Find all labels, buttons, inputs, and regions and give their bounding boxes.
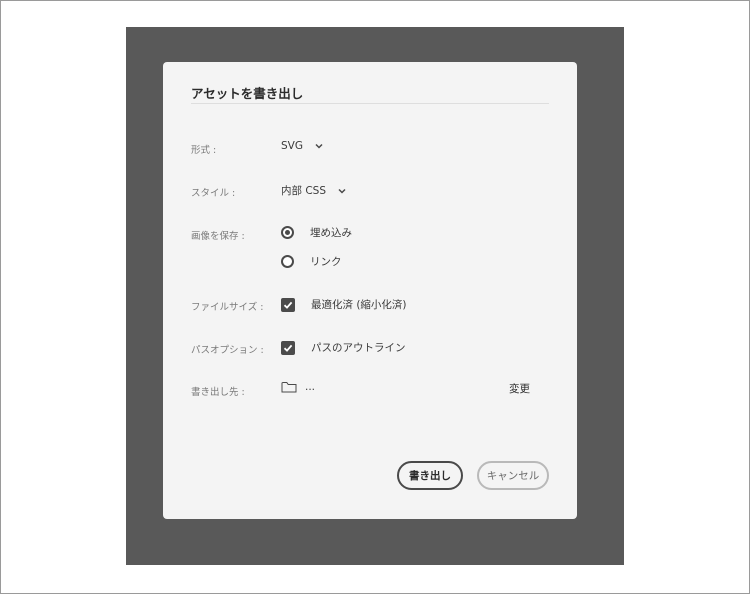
destination-value: ...: [305, 381, 316, 393]
radio-embed-label: 埋め込み: [310, 227, 352, 239]
format-label: 形式 :: [191, 145, 217, 156]
radio-link-label: リンク: [310, 256, 342, 268]
style-value: 内部 CSS: [281, 185, 326, 197]
chevron-down-icon: [338, 188, 346, 194]
outline-checkbox[interactable]: [281, 340, 295, 355]
optimize-checkbox-row[interactable]: 最適化済 (縮小化済): [281, 297, 407, 312]
change-destination-button[interactable]: 変更: [509, 381, 530, 396]
cancel-button[interactable]: キャンセル: [477, 461, 549, 490]
save-images-label: 画像を保存 :: [191, 231, 245, 242]
optimize-checkbox-label: 最適化済 (縮小化済): [311, 299, 407, 311]
checkmark-icon: [283, 344, 293, 352]
radio-embed[interactable]: 埋め込み: [281, 225, 352, 240]
folder-icon: [281, 382, 297, 393]
title-divider: [191, 103, 549, 104]
destination-label: 書き出し先 :: [191, 387, 245, 398]
file-size-label: ファイルサイズ :: [191, 302, 264, 313]
dialog-title: アセットを書き出し: [191, 86, 304, 101]
style-label: スタイル :: [191, 188, 236, 199]
optimize-checkbox[interactable]: [281, 297, 295, 312]
outline-checkbox-label: パスのアウトライン: [311, 342, 406, 354]
chevron-down-icon: [315, 143, 323, 149]
checkmark-icon: [283, 301, 293, 309]
destination-path: ...: [281, 381, 315, 393]
format-select[interactable]: SVG: [281, 140, 325, 152]
style-select[interactable]: 内部 CSS: [281, 183, 348, 198]
export-button[interactable]: 書き出し: [397, 461, 463, 490]
radio-embed-control[interactable]: [281, 226, 294, 239]
path-options-label: パスオプション :: [191, 345, 264, 356]
radio-link-control[interactable]: [281, 255, 294, 268]
radio-link[interactable]: リンク: [281, 254, 342, 269]
format-value: SVG: [281, 140, 303, 152]
outline-checkbox-row[interactable]: パスのアウトライン: [281, 340, 406, 355]
export-assets-dialog: アセットを書き出し 形式 : SVG スタイル : 内部 CSS 画像を保存 :…: [163, 62, 577, 519]
